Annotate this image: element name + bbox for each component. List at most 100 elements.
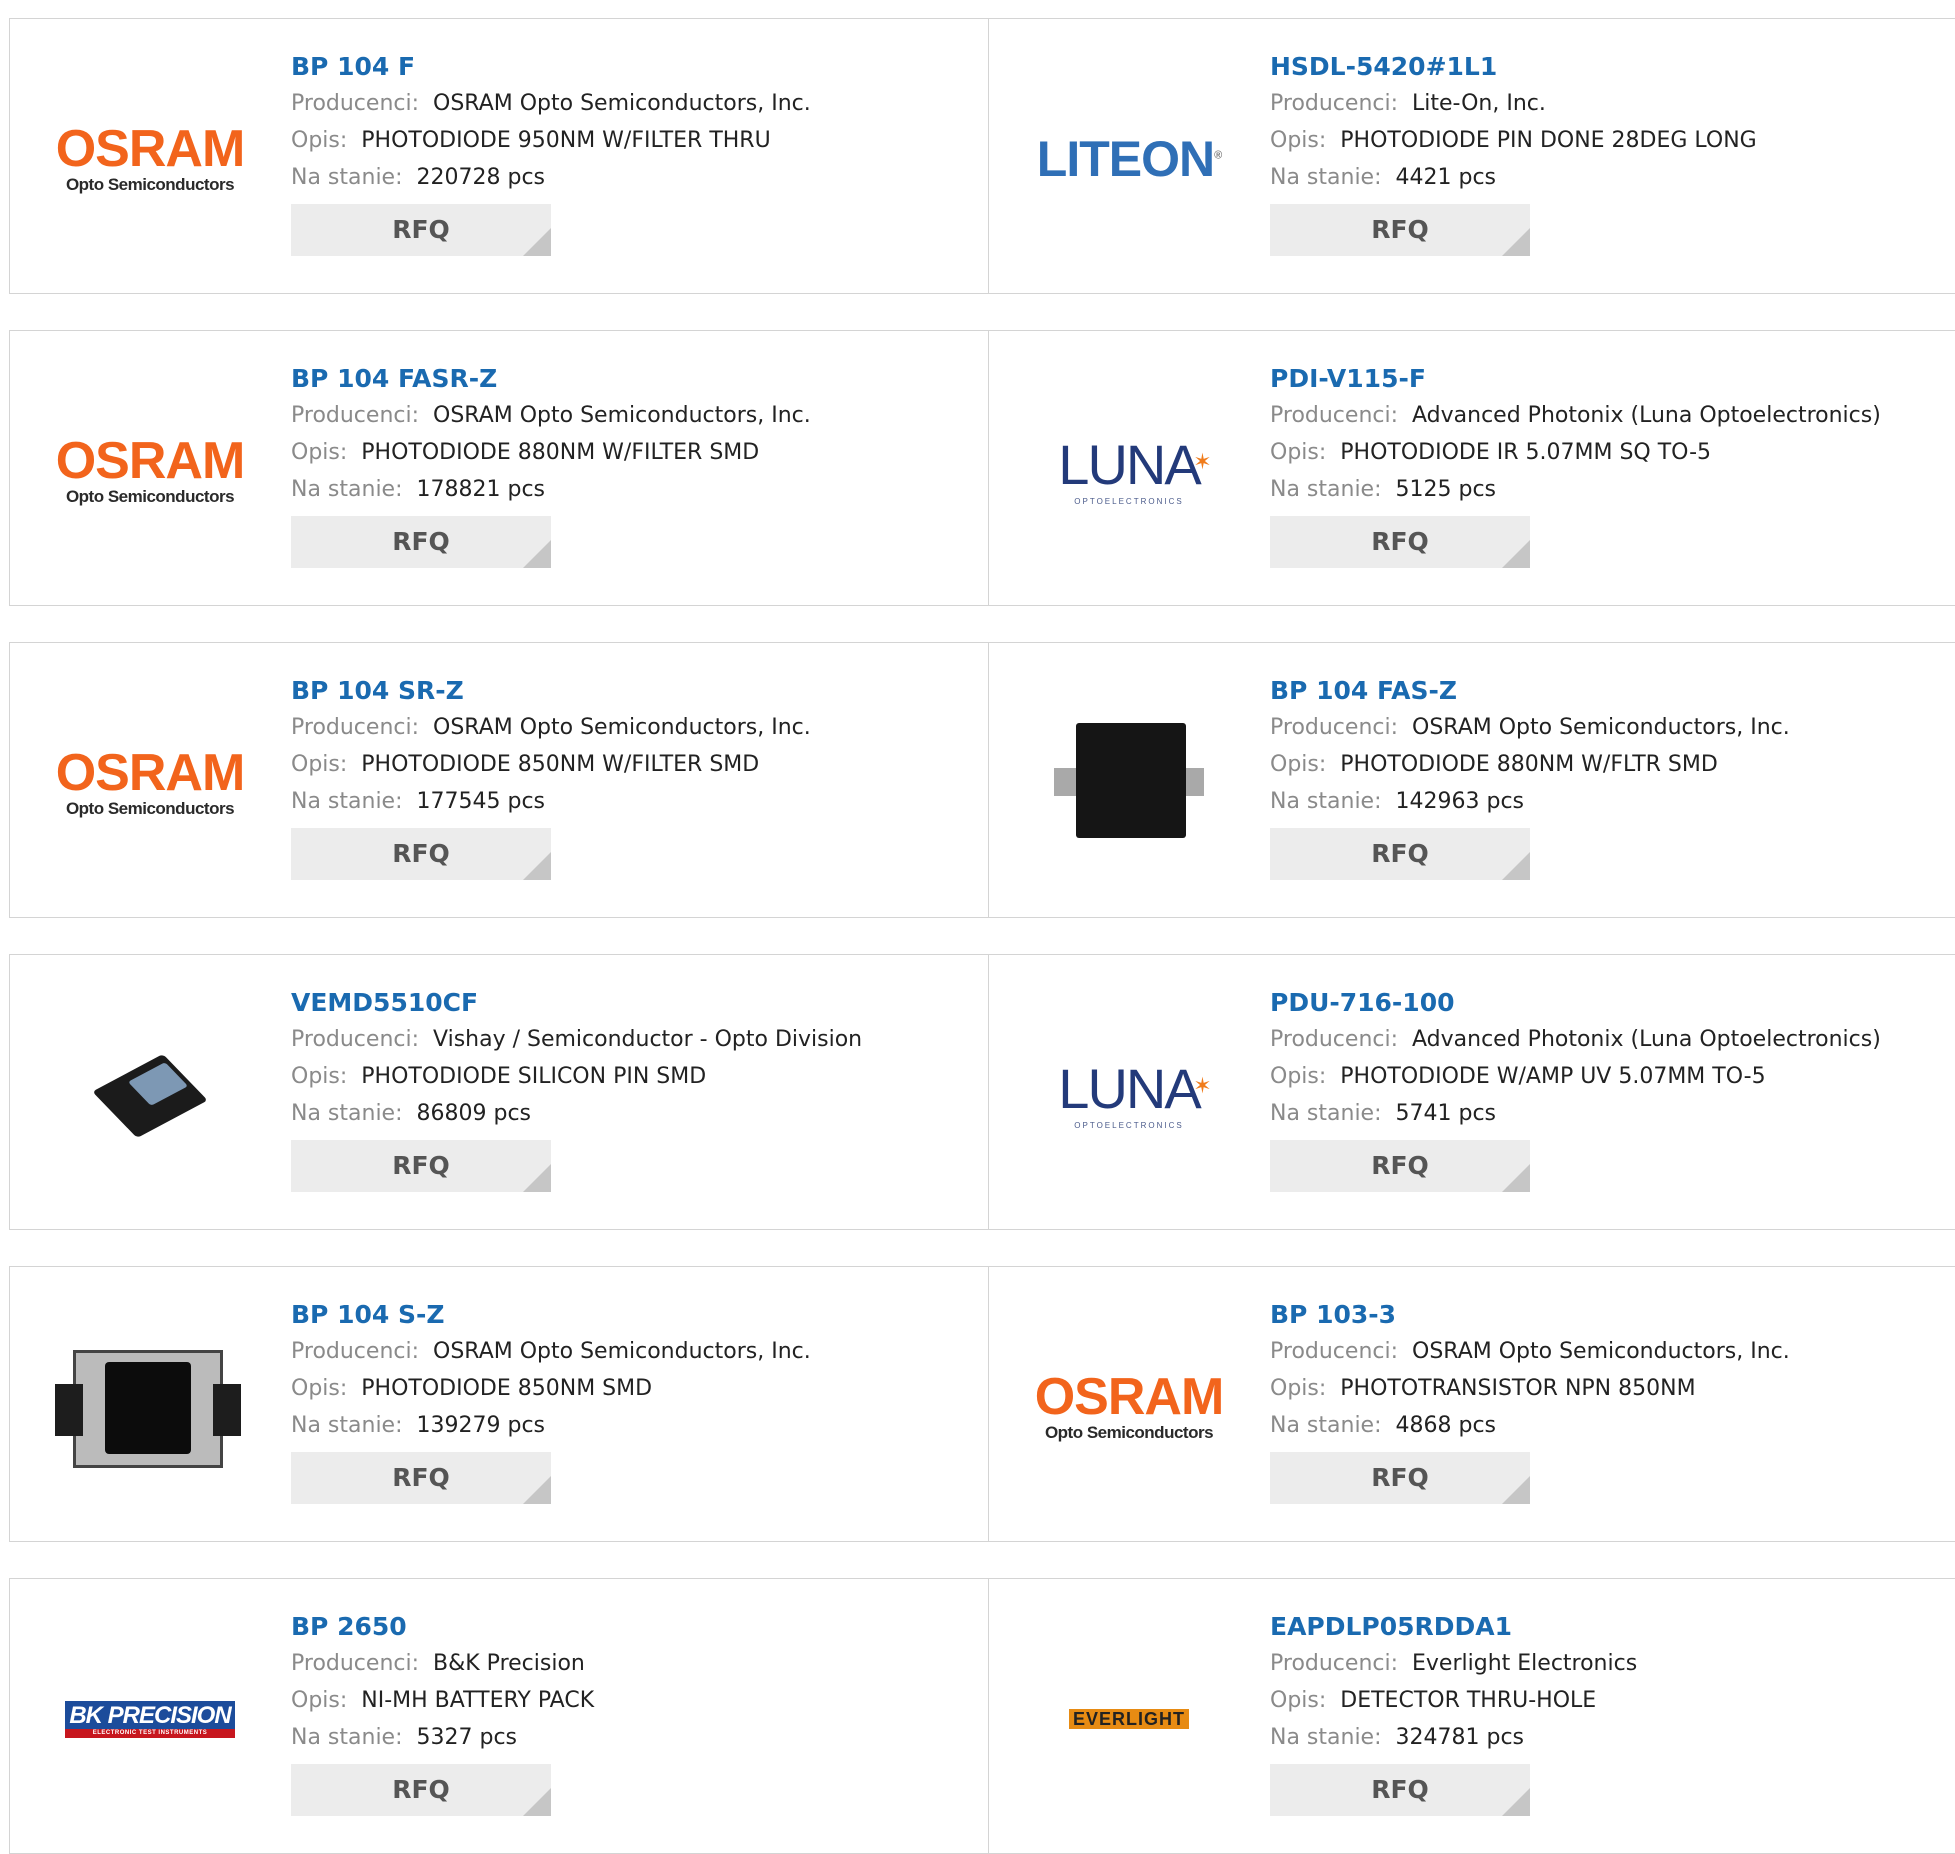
stock-row: Na stanie: 5125 pcs	[1270, 471, 1881, 508]
rfq-label: RFQ	[392, 215, 450, 244]
product-card: LUNA OPTOELECTRONICS ✶ PDI-V115-F Produc…	[989, 330, 1955, 606]
manufacturer-value: OSRAM Opto Semiconductors, Inc.	[433, 715, 811, 740]
rfq-button[interactable]: RFQ	[1270, 1452, 1530, 1504]
part-number-link[interactable]: BP 104 S-Z	[291, 1297, 811, 1333]
part-number-link[interactable]: HSDL-5420#1L1	[1270, 49, 1757, 85]
description-value: PHOTOTRANSISTOR NPN 850NM	[1340, 1376, 1696, 1401]
product-card: EVERLIGHT EAPDLP05RDDA1 Producenci: Everl…	[989, 1578, 1955, 1854]
part-number-link[interactable]: BP 104 FASR-Z	[291, 361, 811, 397]
rfq-button[interactable]: RFQ	[291, 204, 551, 256]
stock-row: Na stanie: 177545 pcs	[291, 783, 811, 820]
description-label: Opis:	[291, 440, 348, 465]
manufacturer-label: Producenci:	[1270, 1651, 1399, 1676]
product-card: OSRAM Opto Semiconductors BP 103-3 Produ…	[989, 1266, 1955, 1542]
product-card: BP 104 S-Z Producenci: OSRAM Opto Semicon…	[9, 1266, 989, 1542]
description-value: DETECTOR THRU-HOLE	[1340, 1688, 1597, 1713]
stock-label: Na stanie:	[1270, 1413, 1382, 1438]
stock-label: Na stanie:	[1270, 1725, 1382, 1750]
manufacturer-label: Producenci:	[291, 1651, 420, 1676]
rfq-button[interactable]: RFQ	[291, 1452, 551, 1504]
osram-logo: OSRAM Opto Semiconductors	[1034, 1368, 1225, 1442]
stock-value: 324781 pcs	[1395, 1725, 1525, 1750]
rfq-button[interactable]: RFQ	[291, 516, 551, 568]
part-number-link[interactable]: PDU-716-100	[1270, 985, 1881, 1021]
manufacturer-row: Producenci: OSRAM Opto Semiconductors, In…	[291, 709, 811, 746]
corner-fold-icon	[1502, 1476, 1530, 1504]
rfq-label: RFQ	[392, 1463, 450, 1492]
product-info: BP 104 SR-Z Producenci: OSRAM Opto Semico…	[291, 673, 811, 880]
stock-label: Na stanie:	[1270, 789, 1382, 814]
bk-precision-logo: BK PRECISION ELECTRONIC TEST INSTRUMENTS	[65, 1700, 235, 1738]
product-info: EAPDLP05RDDA1 Producenci: Everlight Elect…	[1270, 1609, 1637, 1816]
manufacturer-row: Producenci: Lite-On, Inc.	[1270, 85, 1757, 122]
product-info: VEMD5510CF Producenci: Vishay / Semicondu…	[291, 985, 862, 1192]
description-label: Opis:	[291, 1064, 348, 1089]
rfq-button[interactable]: RFQ	[1270, 828, 1530, 880]
corner-fold-icon	[523, 1476, 551, 1504]
stock-label: Na stanie:	[291, 477, 403, 502]
star-flare-icon: ✶	[1193, 448, 1212, 474]
description-row: Opis: PHOTODIODE 880NM W/FILTER SMD	[291, 434, 811, 471]
rfq-button[interactable]: RFQ	[291, 1140, 551, 1192]
description-label: Opis:	[291, 752, 348, 777]
everlight-logo: EVERLIGHT	[1068, 1709, 1189, 1729]
corner-fold-icon	[1502, 540, 1530, 568]
manufacturer-row: Producenci: OSRAM Opto Semiconductors, In…	[291, 397, 811, 434]
manufacturer-row: Producenci: OSRAM Opto Semiconductors, In…	[1270, 709, 1790, 746]
manufacturer-value: OSRAM Opto Semiconductors, Inc.	[433, 91, 811, 116]
part-number-link[interactable]: BP 104 FAS-Z	[1270, 673, 1790, 709]
product-info: HSDL-5420#1L1 Producenci: Lite-On, Inc. O…	[1270, 49, 1757, 256]
stock-value: 4868 pcs	[1395, 1413, 1497, 1438]
stock-value: 5125 pcs	[1395, 477, 1497, 502]
rfq-button[interactable]: RFQ	[1270, 1764, 1530, 1816]
rfq-label: RFQ	[392, 839, 450, 868]
osram-logo: OSRAM Opto Semiconductors	[55, 120, 246, 194]
description-value: PHOTODIODE SILICON PIN SMD	[361, 1064, 707, 1089]
star-flare-icon: ✶	[1193, 1072, 1212, 1098]
part-number-link[interactable]: BP 104 SR-Z	[291, 673, 811, 709]
stock-label: Na stanie:	[291, 1725, 403, 1750]
manufacturer-value: Lite-On, Inc.	[1412, 91, 1546, 116]
manufacturer-logo: OSRAM Opto Semiconductors	[50, 59, 250, 259]
corner-fold-icon	[523, 1788, 551, 1816]
stock-value: 220728 pcs	[416, 165, 546, 190]
rfq-button[interactable]: RFQ	[291, 1764, 551, 1816]
stock-value: 5741 pcs	[1395, 1101, 1497, 1126]
stock-value: 86809 pcs	[416, 1101, 532, 1126]
corner-fold-icon	[1502, 852, 1530, 880]
product-card: OSRAM Opto Semiconductors BP 104 SR-Z Pr…	[9, 642, 989, 918]
stock-label: Na stanie:	[291, 165, 403, 190]
part-number-link[interactable]: BP 104 F	[291, 49, 811, 85]
product-info: BP 104 FASR-Z Producenci: OSRAM Opto Semi…	[291, 361, 811, 568]
manufacturer-row: Producenci: Everlight Electronics	[1270, 1645, 1637, 1682]
description-label: Opis:	[1270, 1376, 1327, 1401]
part-number-link[interactable]: BP 103-3	[1270, 1297, 1790, 1333]
description-row: Opis: PHOTODIODE SILICON PIN SMD	[291, 1058, 862, 1095]
description-value: PHOTODIODE W/AMP UV 5.07MM TO-5	[1340, 1064, 1766, 1089]
rfq-button[interactable]: RFQ	[1270, 1140, 1530, 1192]
rfq-button[interactable]: RFQ	[1270, 204, 1530, 256]
part-number-link[interactable]: EAPDLP05RDDA1	[1270, 1609, 1637, 1645]
rfq-button[interactable]: RFQ	[291, 828, 551, 880]
rfq-button[interactable]: RFQ	[1270, 516, 1530, 568]
product-grid: OSRAM Opto Semiconductors BP 104 F Produ…	[0, 0, 1955, 1854]
product-image	[1029, 683, 1229, 883]
stock-value: 142963 pcs	[1395, 789, 1525, 814]
description-label: Opis:	[291, 128, 348, 153]
part-number-link[interactable]: BP 2650	[291, 1609, 594, 1645]
stock-row: Na stanie: 220728 pcs	[291, 159, 811, 196]
stock-row: Na stanie: 178821 pcs	[291, 471, 811, 508]
description-row: Opis: NI-MH BATTERY PACK	[291, 1682, 594, 1719]
manufacturer-value: OSRAM Opto Semiconductors, Inc.	[433, 403, 811, 428]
manufacturer-row: Producenci: B&K Precision	[291, 1645, 594, 1682]
part-number-link[interactable]: PDI-V115-F	[1270, 361, 1881, 397]
product-card: LITEON® HSDL-5420#1L1 Producenci: Lite-On…	[989, 18, 1955, 294]
corner-fold-icon	[523, 540, 551, 568]
manufacturer-label: Producenci:	[1270, 715, 1399, 740]
product-info: BP 2650 Producenci: B&K Precision Opis: NI…	[291, 1609, 594, 1816]
stock-label: Na stanie:	[291, 1413, 403, 1438]
manufacturer-label: Producenci:	[291, 91, 420, 116]
rfq-label: RFQ	[1371, 839, 1429, 868]
manufacturer-label: Producenci:	[1270, 403, 1399, 428]
part-number-link[interactable]: VEMD5510CF	[291, 985, 862, 1021]
